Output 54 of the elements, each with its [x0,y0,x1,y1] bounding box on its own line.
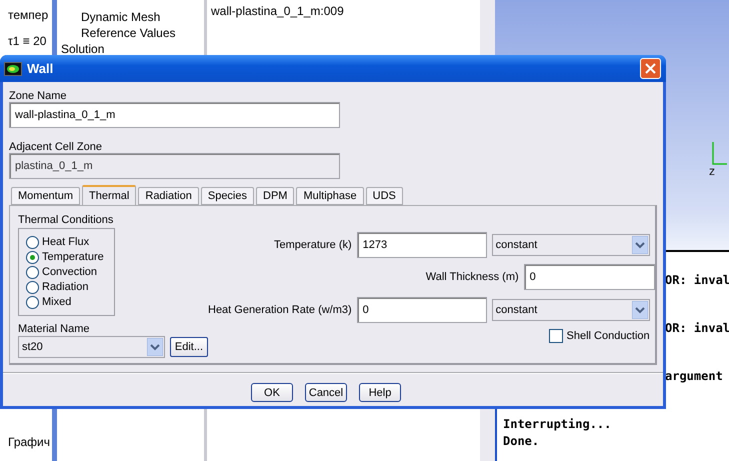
material-dropdown[interactable]: st20 [18,336,165,358]
heat-generation-field[interactable]: 0 [356,297,487,323]
tab[interactable]: Radiation [138,187,199,205]
tab[interactable]: DPM [256,187,294,205]
field-label: Temperature (k) [274,239,352,251]
console-line: Interrupting... [503,416,612,432]
tree-item[interactable]: Reference Values [81,26,204,40]
field-label: Wall Thickness (m) [426,271,519,283]
console-line: OR: inval [665,320,729,336]
field-label: Heat Generation Rate (w/m3) [208,304,352,316]
list-item[interactable]: wall-plastina_0_1_m:009 [211,4,344,18]
group-label: Thermal Conditions [18,214,114,226]
close-button[interactable] [640,58,661,79]
temperature-field[interactable]: 1273 [356,232,487,258]
radio-option[interactable]: Mixed [26,295,114,309]
method-dropdown[interactable]: constant [492,234,650,256]
radio-option[interactable]: Radiation [26,280,114,294]
panel-text: темпер [8,8,50,22]
radio-option[interactable]: Heat Flux [26,235,114,249]
console-line: argument [665,368,724,384]
caret-icon [632,236,648,254]
zone-name-field[interactable]: wall-plastina_0_1_m [9,102,340,128]
dialog-button[interactable]: Help [359,383,401,402]
dialog-button[interactable]: OK [251,383,293,402]
edit-button[interactable]: Edit... [170,337,208,357]
adjacent-cell-zone-field[interactable]: plastina_0_1_m [9,153,340,179]
console-line: OR: inval [665,272,729,288]
tab[interactable]: UDS [366,187,403,205]
panel-text: τ1 ≡ 20 [8,34,48,48]
tab[interactable]: Multiphase [296,187,364,205]
window-title: Wall [27,61,54,76]
caret-icon [632,301,648,319]
radio-option[interactable]: Convection [26,265,114,279]
tab[interactable]: Thermal [82,185,136,205]
method-dropdown[interactable]: constant [492,299,650,321]
axis-drawing [711,140,729,166]
tab[interactable]: Momentum [11,187,80,205]
checkbox[interactable] [548,329,562,343]
caret-icon [146,338,163,356]
tree-item[interactable]: Solution [61,42,204,56]
field-label: Zone Name [9,90,68,102]
wall-thickness-field[interactable]: 0 [524,264,655,290]
app-icon [4,62,22,76]
tab[interactable]: Species [200,187,254,205]
panel-text: Графич [8,435,51,449]
axis-label: z [709,164,715,178]
field-label: Adjacent Cell Zone [9,141,103,153]
dialog-button[interactable]: Cancel [305,383,347,402]
field-label: Material Name [18,323,91,335]
close-icon [645,63,656,74]
console-line: Done. [503,433,540,449]
tree-item[interactable]: Dynamic Mesh [81,10,204,24]
checkbox-label: Shell Conduction [566,330,650,342]
radio-option[interactable]: Temperature [26,250,114,264]
